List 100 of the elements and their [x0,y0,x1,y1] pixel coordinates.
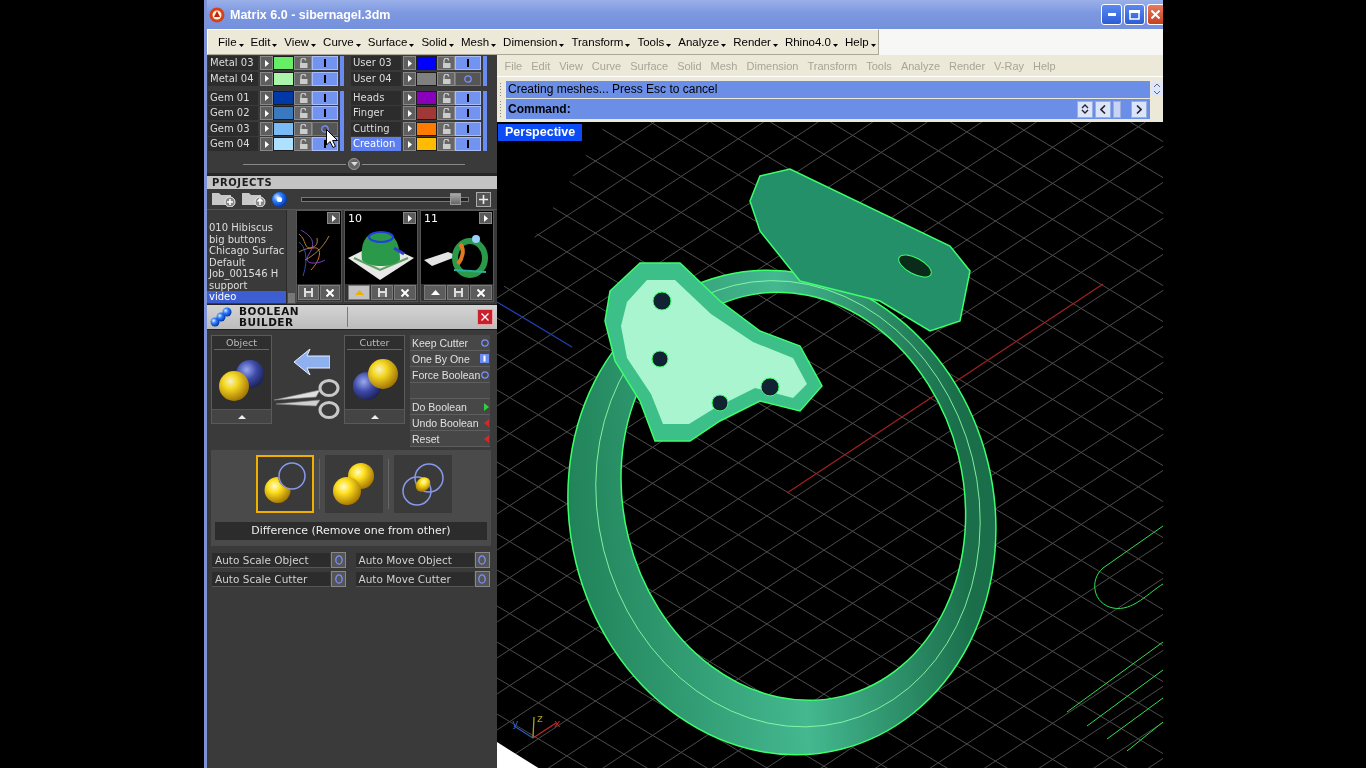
save-button[interactable] [298,285,319,300]
scrollbar[interactable] [483,56,487,86]
color-swatch-icon[interactable] [416,71,437,86]
visibility-toggle[interactable] [455,137,481,151]
up-button[interactable] [424,285,446,300]
scroll-arrows-icon[interactable] [1151,82,1163,96]
visibility-toggle[interactable] [455,71,481,86]
layer-name[interactable]: Gem 01 [208,90,258,105]
menu-item[interactable]: Help [841,34,879,50]
menu-item[interactable]: Surface [364,34,418,50]
boolean-slot[interactable]: Object [211,335,272,424]
menu-item[interactable]: Tools [634,34,675,50]
scrollbar[interactable] [340,56,344,86]
lock-button[interactable] [437,121,455,136]
toggle-button[interactable] [331,552,346,568]
project-list-item[interactable]: Default [207,256,286,268]
folder-up-button[interactable] [242,191,266,207]
layer-name[interactable]: User 04 [351,71,401,86]
option-toggle[interactable]: Keep Cutter [410,335,490,351]
lock-button[interactable] [437,56,455,70]
visibility-toggle[interactable] [312,121,338,136]
project-thumbnail[interactable]: 10 [344,210,418,302]
thumbnail-menu-button[interactable] [403,212,416,224]
lock-button[interactable] [437,106,455,120]
thumbnail-menu-button[interactable] [479,212,492,224]
scroll-left-button[interactable] [1095,100,1111,118]
menu-item[interactable]: Curve [320,34,364,50]
layer-name[interactable]: Creation [351,137,401,151]
action-button[interactable]: Do Boolean [410,399,490,415]
color-swatch-icon[interactable] [416,106,437,120]
scroll-right-button[interactable] [1131,100,1147,118]
visibility-toggle[interactable] [455,56,481,70]
maximize-button[interactable] [1124,4,1145,25]
action-button[interactable]: Undo Boolean [410,415,490,431]
layer-name[interactable]: Gem 03 [208,121,258,136]
lock-button[interactable] [437,90,455,105]
delete-button[interactable] [470,285,492,300]
project-list-item[interactable]: 010 Hibiscus [207,222,286,234]
boolean-mode-button[interactable] [325,455,383,513]
layer-name[interactable]: Gem 02 [208,106,258,120]
visibility-toggle[interactable] [312,71,338,86]
project-thumbnail[interactable] [296,210,342,302]
menu-item[interactable]: File [215,34,247,50]
lock-button[interactable] [294,56,312,70]
perspective-viewport[interactable]: Perspective y z x [497,122,1163,768]
lock-button[interactable] [294,90,312,105]
color-swatch-icon[interactable] [416,137,437,151]
visibility-toggle[interactable] [455,106,481,120]
layer-options-button[interactable] [260,106,273,120]
toolbar-grip[interactable] [499,82,502,97]
scroll-thumb[interactable] [1113,100,1121,118]
lock-button[interactable] [294,71,312,86]
layer-options-button[interactable] [403,71,416,86]
lock-button[interactable] [437,137,455,151]
color-swatch-icon[interactable] [273,90,294,105]
toggle-button[interactable] [331,571,346,587]
color-swatch-icon[interactable] [416,90,437,105]
project-list-item[interactable]: Chicago Surfac [207,245,286,257]
layer-options-button[interactable] [260,90,273,105]
pick-button[interactable] [212,409,271,423]
layer-options-button[interactable] [403,106,416,120]
lock-button[interactable] [294,106,312,120]
color-swatch-icon[interactable] [416,56,437,70]
menu-item[interactable]: Rhino4.0 [781,34,841,50]
layer-options-button[interactable] [260,137,273,151]
scrollbar[interactable] [286,210,296,304]
layer-options-button[interactable] [403,137,416,151]
menu-item[interactable]: Render [730,34,781,50]
delete-button[interactable] [319,285,340,300]
slider-thumb[interactable] [450,192,462,205]
layer-name[interactable]: Heads [351,90,401,105]
menu-item[interactable]: Analyze [675,34,730,50]
thumbnail-menu-button[interactable] [327,212,340,224]
scrollbar[interactable] [340,90,344,151]
color-swatch-icon[interactable] [273,71,294,86]
boolean-mode-button[interactable] [256,455,314,513]
viewport-title[interactable]: Perspective [498,124,583,141]
disc-button[interactable] [272,191,287,207]
menu-item[interactable]: Transform [568,34,634,50]
layer-name[interactable]: Finger [351,106,401,120]
toggle-button[interactable] [474,571,490,587]
project-list-item[interactable]: big buttons [207,233,286,245]
boolean-mode-button[interactable] [394,455,452,513]
up-down-button[interactable] [1077,100,1093,118]
layer-name[interactable]: Gem 04 [208,137,258,151]
pick-button[interactable] [345,409,404,423]
visibility-toggle[interactable] [455,121,481,136]
layer-options-button[interactable] [260,121,273,136]
menu-item[interactable]: Dimension [500,34,568,50]
project-list-item[interactable]: Job_001546 H [207,268,286,280]
close-button[interactable] [477,309,493,325]
project-list-item[interactable]: support [207,279,286,291]
visibility-toggle[interactable] [455,90,481,105]
zoom-slider[interactable] [301,196,469,202]
layer-name[interactable]: Metal 03 [208,56,258,70]
visibility-toggle[interactable] [312,106,338,120]
collapse-handle[interactable] [348,158,360,170]
lock-button[interactable] [437,71,455,86]
lock-button[interactable] [294,137,312,151]
delete-button[interactable] [394,285,416,300]
